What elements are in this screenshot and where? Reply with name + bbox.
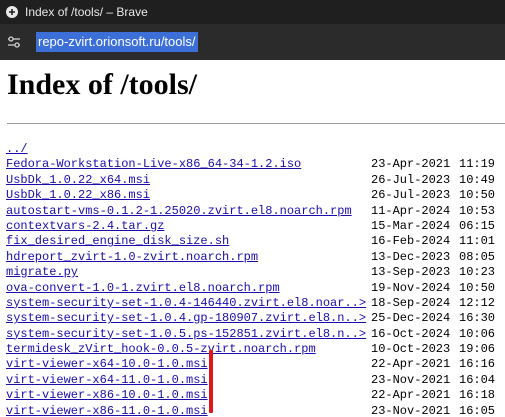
- table-row: migrate.py 13-Sep-2023 10:23: [6, 265, 495, 280]
- file-time: 19:06: [459, 342, 496, 357]
- table-row: Fedora-Workstation-Live-x86_64-34-1.2.is…: [6, 157, 495, 172]
- file-link[interactable]: system-security-set-1.0.4-146440.zvirt.e…: [6, 296, 371, 311]
- table-row: virt-viewer-x64-11.0-1.0.msi 23-Nov-2021 1…: [6, 373, 495, 388]
- file-time: 10:06: [459, 326, 496, 341]
- table-row: fix_desired_engine_disk_size.sh 16-Feb-20…: [6, 234, 495, 249]
- parent-row: ../: [6, 142, 495, 157]
- file-date: 19-Nov-2024: [371, 280, 451, 295]
- file-link[interactable]: system-security-set-1.0.4.gp-180907.zvir…: [6, 311, 371, 326]
- file-time: 16:16: [459, 357, 496, 372]
- file-link[interactable]: fix_desired_engine_disk_size.sh: [6, 234, 371, 249]
- page-title: Index of /tools/: [7, 68, 198, 101]
- file-date: 22-Apr-2021: [371, 388, 451, 403]
- table-row: hdreport_zvirt-1.0-zvirt.noarch.rpm 13-De…: [6, 250, 495, 265]
- file-link[interactable]: migrate.py: [6, 265, 371, 280]
- file-link[interactable]: hdreport_zvirt-1.0-zvirt.noarch.rpm: [6, 250, 371, 265]
- file-link[interactable]: virt-viewer-x86-11.0-1.0.msi: [6, 404, 371, 417]
- table-row: ova-convert-1.0-1.zvirt.el8.noarch.rpm 19…: [6, 281, 495, 296]
- divider: [7, 123, 505, 124]
- file-link[interactable]: system-security-set-1.0.5.ps-152851.zvir…: [6, 327, 371, 342]
- window-titlebar: Index of /tools/ – Brave: [0, 0, 505, 24]
- file-date: 23-Nov-2021: [371, 403, 451, 417]
- file-time: 10:53: [459, 203, 496, 218]
- page-content: Index of /tools/ ../ Fedora-Workstation-…: [0, 60, 505, 417]
- file-time: 10:49: [459, 172, 496, 187]
- file-time: 16:05: [459, 403, 496, 417]
- parent-directory-link[interactable]: ../: [6, 142, 371, 157]
- file-date: 13-Sep-2023: [371, 265, 451, 280]
- file-date: 25-Dec-2024: [371, 311, 451, 326]
- file-date: 13-Dec-2023: [371, 249, 451, 264]
- table-row: system-security-set-1.0.4-146440.zvirt.e…: [6, 296, 495, 311]
- file-time: 16:04: [459, 372, 496, 387]
- file-date: 23-Apr-2021: [371, 157, 451, 172]
- annotation-mark: [209, 350, 213, 413]
- file-link[interactable]: virt-viewer-x64-11.0-1.0.msi: [6, 373, 371, 388]
- file-time: 11:01: [459, 234, 496, 249]
- file-link[interactable]: virt-viewer-x64-10.0-1.0.msi: [6, 357, 371, 372]
- table-row: termidesk_zVirt_hook-0.0.5-zvirt.noarch.…: [6, 342, 495, 357]
- file-link[interactable]: virt-viewer-x86-10.0-1.0.msi: [6, 388, 371, 403]
- file-link[interactable]: autostart-vms-0.1.2-1.25020.zvirt.el8.no…: [6, 204, 371, 219]
- window-title: Index of /tools/ – Brave: [25, 5, 148, 19]
- table-row: virt-viewer-x86-10.0-1.0.msi 22-Apr-2021 1…: [6, 388, 495, 403]
- url-field[interactable]: repo-zvirt.orionsoft.ru/tools/: [36, 32, 198, 52]
- file-date: 15-Mar-2024: [371, 218, 451, 233]
- file-date: 10-Oct-2023: [371, 342, 451, 357]
- table-row: virt-viewer-x64-10.0-1.0.msi 22-Apr-2021 1…: [6, 357, 495, 372]
- file-time: 10:23: [459, 265, 496, 280]
- file-link[interactable]: Fedora-Workstation-Live-x86_64-34-1.2.is…: [6, 157, 371, 172]
- file-date: 26-Jul-2023: [371, 172, 451, 187]
- file-link[interactable]: UsbDk_1.0.22_x64.msi: [6, 173, 371, 188]
- table-row: UsbDk_1.0.22_x86.msi 26-Jul-2023 10:50: [6, 188, 495, 203]
- table-row: system-security-set-1.0.4.gp-180907.zvir…: [6, 311, 495, 326]
- file-link[interactable]: termidesk_zVirt_hook-0.0.5-zvirt.noarch.…: [6, 342, 371, 357]
- file-time: 12:12: [459, 295, 496, 310]
- table-row: UsbDk_1.0.22_x64.msi 26-Jul-2023 10:49: [6, 173, 495, 188]
- file-time: 08:05: [459, 249, 496, 264]
- file-time: 06:15: [459, 218, 496, 233]
- file-time: 16:30: [459, 311, 496, 326]
- file-time: 10:50: [459, 188, 496, 203]
- brave-app-icon: [5, 5, 19, 19]
- table-row: virt-viewer-x86-11.0-1.0.msi 23-Nov-2021 1…: [6, 404, 495, 417]
- file-date: 16-Feb-2024: [371, 234, 451, 249]
- table-row: autostart-vms-0.1.2-1.25020.zvirt.el8.no…: [6, 204, 495, 219]
- file-link[interactable]: UsbDk_1.0.22_x86.msi: [6, 188, 371, 203]
- file-date: 22-Apr-2021: [371, 357, 451, 372]
- file-time: 10:50: [459, 280, 496, 295]
- file-time: 16:18: [459, 388, 496, 403]
- file-date: 16-Oct-2024: [371, 326, 451, 341]
- file-date: 26-Jul-2023: [371, 188, 451, 203]
- table-row: system-security-set-1.0.5.ps-152851.zvir…: [6, 327, 495, 342]
- file-date: 23-Nov-2021: [371, 372, 451, 387]
- file-link[interactable]: ova-convert-1.0-1.zvirt.el8.noarch.rpm: [6, 281, 371, 296]
- address-bar[interactable]: repo-zvirt.orionsoft.ru/tools/: [0, 24, 505, 60]
- file-listing: ../ Fedora-Workstation-Live-x86_64-34-1.…: [6, 142, 495, 417]
- file-time: 11:19: [459, 157, 496, 172]
- table-row: contextvars-2.4.tar.gz 15-Mar-2024 06:15: [6, 219, 495, 234]
- file-date: 18-Sep-2024: [371, 295, 451, 310]
- file-date: 11-Apr-2024: [371, 203, 451, 218]
- file-link[interactable]: contextvars-2.4.tar.gz: [6, 219, 371, 234]
- tune-icon[interactable]: [6, 34, 22, 50]
